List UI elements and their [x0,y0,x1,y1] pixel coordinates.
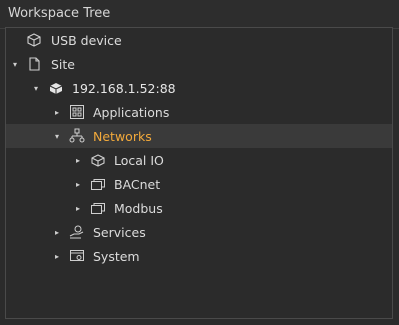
chevron-right-icon[interactable]: ▸ [73,203,83,213]
local-io-icon [90,152,106,168]
chevron-down-icon[interactable]: ▾ [52,131,62,141]
usb-device-icon [26,32,42,48]
tree-item-local-io[interactable]: ▸ Local IO [6,148,392,172]
tree-item-label: Networks [93,128,152,144]
tree-item-label: Local IO [114,152,164,168]
tree-item-modbus[interactable]: ▸ Modbus [6,196,392,220]
chevron-right-icon[interactable]: ▸ [52,107,62,117]
system-icon [69,248,85,264]
tree-item-label: Site [51,56,75,72]
tree-item-label: BACnet [114,176,161,192]
controller-icon [48,80,64,96]
tree-item-label: Applications [93,104,170,120]
tree-item-applications[interactable]: ▸ Applications [6,100,392,124]
tree-item-label: USB device [51,32,122,48]
tree-item-site[interactable]: ▾ Site [6,52,392,76]
services-icon [69,224,85,240]
tree-item-system[interactable]: ▸ System [6,244,392,268]
tree-item-label: Modbus [114,200,163,216]
tree-item-label: 192.168.1.52:88 [72,80,176,96]
tree-item-label: System [93,248,140,264]
network-icon [69,128,85,144]
chevron-right-icon[interactable]: ▸ [52,251,62,261]
tree-item-services[interactable]: ▸ Services [6,220,392,244]
applications-icon [69,104,85,120]
tree-item-bacnet[interactable]: ▸ BACnet [6,172,392,196]
tree-item-networks[interactable]: ▾ Networks [6,124,392,148]
tree-item-device[interactable]: ▾ 192.168.1.52:88 [6,76,392,100]
workspace-tree: USB device ▾ Site ▾ 192.168.1.52:88 ▸ Ap… [5,27,393,319]
panel-title: Workspace Tree [0,0,399,29]
bacnet-icon [90,176,106,192]
chevron-right-icon[interactable]: ▸ [73,179,83,189]
chevron-down-icon[interactable]: ▾ [10,59,20,69]
document-icon [26,56,42,72]
chevron-down-icon[interactable]: ▾ [31,83,41,93]
modbus-icon [90,200,106,216]
tree-item-usb-device[interactable]: USB device [6,28,392,52]
chevron-right-icon[interactable]: ▸ [73,155,83,165]
workspace-tree-panel: Workspace Tree USB device ▾ Site ▾ 192.1… [0,0,399,325]
chevron-right-icon[interactable]: ▸ [52,227,62,237]
tree-item-label: Services [93,224,146,240]
